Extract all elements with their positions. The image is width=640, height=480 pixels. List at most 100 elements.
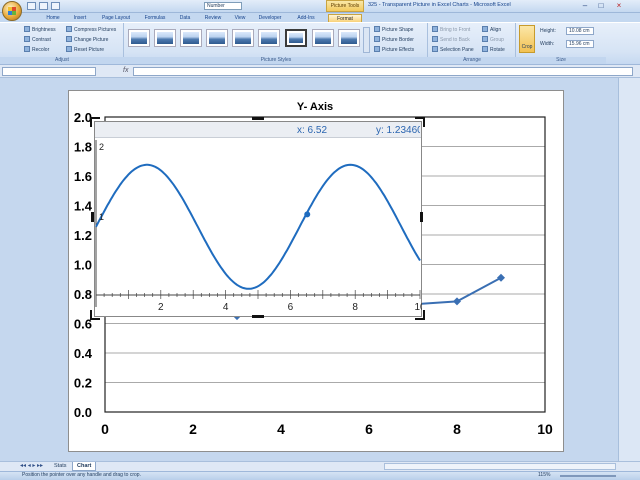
picture-style-8[interactable] [312,29,334,47]
picture-style-9[interactable] [338,29,360,47]
tab-stats[interactable]: Stats [50,462,71,471]
tab-format[interactable]: Format [328,14,362,22]
crop-handle-top[interactable] [252,117,264,120]
overlay-y-tick-label: 2 [99,142,104,152]
picture-style-4[interactable] [206,29,228,47]
rotate-button[interactable]: Rotate [482,46,505,54]
height-field[interactable]: 10.08 cm [566,27,594,35]
picture-shape-button[interactable]: Picture Shape [374,26,413,34]
overlay-x-tick-label: 4 [223,302,229,313]
crop-handle-br[interactable] [415,310,425,320]
crop-button[interactable]: Crop [519,25,535,53]
data-point[interactable] [453,297,461,306]
undo-icon[interactable] [39,2,48,10]
picture-style-7-selected[interactable] [285,29,307,47]
picture-effects-button[interactable]: Picture Effects [374,46,414,54]
x-readout: x: 6.52 [297,125,328,136]
brightness-button[interactable]: Brightness [24,26,56,34]
fx-icon[interactable]: fx [123,67,128,74]
sheet-nav-arrows[interactable]: ◂◂ ◂ ▸ ▸▸ [20,463,50,470]
picture-style-6[interactable] [258,29,280,47]
y-tick-label: 1.4 [74,199,93,214]
close-button[interactable]: × [612,1,626,11]
y-tick-label: 0.4 [74,346,93,361]
tab-home[interactable]: Home [42,14,64,22]
maximize-button[interactable]: □ [594,1,608,11]
save-icon[interactable] [27,2,36,10]
tab-view[interactable]: View [231,14,249,22]
picture-style-1[interactable] [128,29,150,47]
picture-tools-contextual-tab: Picture Tools [326,0,364,12]
zoom-level[interactable]: 115% [538,472,550,478]
y-tick-label: 1.0 [74,258,92,273]
x-tick-label: 0 [101,421,109,437]
picture-border-button[interactable]: Picture Border [374,36,414,44]
contrast-icon [24,36,30,42]
group-icon [482,36,488,42]
y-tick-label: 1.6 [74,169,92,184]
number-format-combo[interactable]: Number [204,2,242,10]
crop-handle-bottom[interactable] [252,315,264,318]
align-button[interactable]: Align [482,26,501,34]
tab-add-ins[interactable]: Add-Ins [293,14,319,22]
vertical-scrollbar[interactable] [618,78,640,461]
zoom-slider[interactable] [560,475,616,477]
overlay-curve [95,163,421,290]
contrast-button[interactable]: Contrast [24,36,51,44]
chart-title[interactable]: Y- Axis [297,101,333,113]
office-logo-icon [8,7,16,15]
ribbon-tabs [0,13,640,22]
tab-developer[interactable]: Developer [255,14,285,22]
redo-icon[interactable] [51,2,60,10]
overlay-x-tick-label: 6 [288,302,294,313]
height-label: Height: [540,28,556,34]
change-picture-button[interactable]: Change Picture [66,36,108,44]
compress-icon [66,26,72,32]
crop-handle-right[interactable] [420,212,423,222]
picture-style-5[interactable] [232,29,254,47]
y-tick-label: 1.8 [74,140,92,155]
tab-insert[interactable]: Insert [70,14,90,22]
minimize-button[interactable]: – [578,1,592,11]
y-tick-label: 0.0 [74,405,92,420]
office-button[interactable] [2,1,22,21]
overlay-y-tick-label: 1 [99,212,104,222]
size-group-label: Size [516,57,606,64]
width-field[interactable]: 15.96 cm [566,40,594,48]
y-readout: y: 1.23460 [376,125,420,136]
formula-input[interactable] [133,67,633,76]
selection-pane-button[interactable]: Selection Pane [432,46,474,54]
crop-handle-tr[interactable] [415,117,425,127]
tab-data[interactable]: Data [175,14,195,22]
gallery-scroll[interactable] [363,27,370,53]
status-text: Position the pointer over any handle and… [22,472,141,478]
adjust-group-label: Adjust [0,57,124,64]
data-point[interactable] [497,273,505,282]
overlay-x-tick-label: 2 [158,302,164,313]
crop-handle-bl[interactable] [90,310,100,320]
picture-border-icon [374,36,380,42]
name-box[interactable] [2,67,96,76]
bring-to-front-icon [432,26,438,32]
tab-page-layout[interactable]: Page Layout [98,14,134,22]
tab-chart[interactable]: Chart [72,462,97,471]
tab-review[interactable]: Review [201,14,225,22]
send-to-back-button[interactable]: Send to Back [432,36,470,44]
crop-handle-left[interactable] [91,212,94,222]
picture-style-3[interactable] [180,29,202,47]
bring-to-front-button[interactable]: Bring to Front [432,26,470,34]
send-to-back-icon [432,36,438,42]
horizontal-scrollbar[interactable] [384,463,616,470]
compress-pictures-button[interactable]: Compress Pictures [66,26,116,34]
reset-picture-button[interactable]: Reset Picture [66,46,104,54]
crop-handle-tl[interactable] [90,117,100,127]
overlay-x-tick-label: 8 [352,302,358,313]
arrange-group-label: Arrange [428,57,516,64]
group-button[interactable]: Group [482,36,504,44]
x-tick-label: 8 [453,421,461,437]
tab-formulas[interactable]: Formulas [141,14,169,22]
recolor-button[interactable]: Recolor [24,46,49,54]
picture-style-2[interactable] [154,29,176,47]
x-tick-label: 10 [537,421,553,437]
brightness-icon [24,26,30,32]
